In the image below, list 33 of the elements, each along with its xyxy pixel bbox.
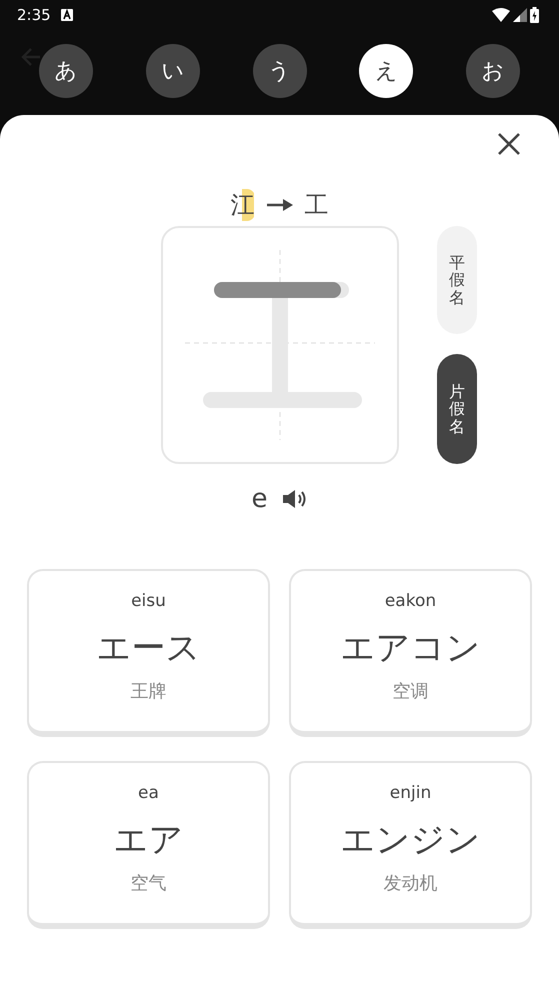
wifi-icon bbox=[492, 8, 510, 22]
word-kana: エンジン bbox=[340, 819, 480, 862]
battery-icon bbox=[530, 7, 539, 23]
close-icon[interactable] bbox=[497, 132, 521, 156]
notification-icon bbox=[60, 9, 73, 21]
kana-source-character: 工 bbox=[304, 190, 328, 221]
word-romaji: eakon bbox=[384, 591, 436, 611]
word-meaning: 王牌 bbox=[130, 680, 166, 703]
vowel-tab[interactable]: え bbox=[359, 44, 414, 98]
word-meaning: 发动机 bbox=[384, 872, 438, 895]
vowel-tab[interactable]: い bbox=[146, 44, 200, 98]
script-toggle-tab[interactable]: 片假名 bbox=[437, 354, 477, 464]
word-card[interactable]: eakon エアコン 空调 bbox=[289, 569, 532, 737]
word-card[interactable]: ea エア 空气 bbox=[27, 761, 270, 929]
word-meaning: 空气 bbox=[130, 872, 166, 895]
word-card[interactable]: enjin エンジン 发动机 bbox=[289, 761, 532, 929]
word-romaji: eisu bbox=[131, 591, 166, 611]
word-romaji: enjin bbox=[390, 783, 432, 803]
word-card[interactable]: eisu エース 王牌 bbox=[27, 569, 270, 737]
word-kana: エア bbox=[114, 819, 184, 862]
vowel-tab[interactable]: う bbox=[252, 44, 306, 98]
vowel-tab[interactable]: あ bbox=[39, 44, 93, 98]
script-toggle-tab[interactable]: 平假名 bbox=[437, 226, 477, 334]
word-meaning: 空调 bbox=[392, 680, 428, 703]
signal-icon bbox=[513, 8, 527, 22]
speaker-icon[interactable] bbox=[282, 489, 308, 509]
word-romaji: ea bbox=[138, 783, 159, 803]
romaji-text: e bbox=[252, 484, 268, 514]
status-time: 2:35 bbox=[17, 6, 51, 24]
word-kana: エアコン bbox=[340, 627, 480, 670]
vowel-tab[interactable]: お bbox=[466, 44, 520, 98]
word-kana: エース bbox=[96, 627, 200, 670]
arrow-icon bbox=[266, 198, 292, 212]
